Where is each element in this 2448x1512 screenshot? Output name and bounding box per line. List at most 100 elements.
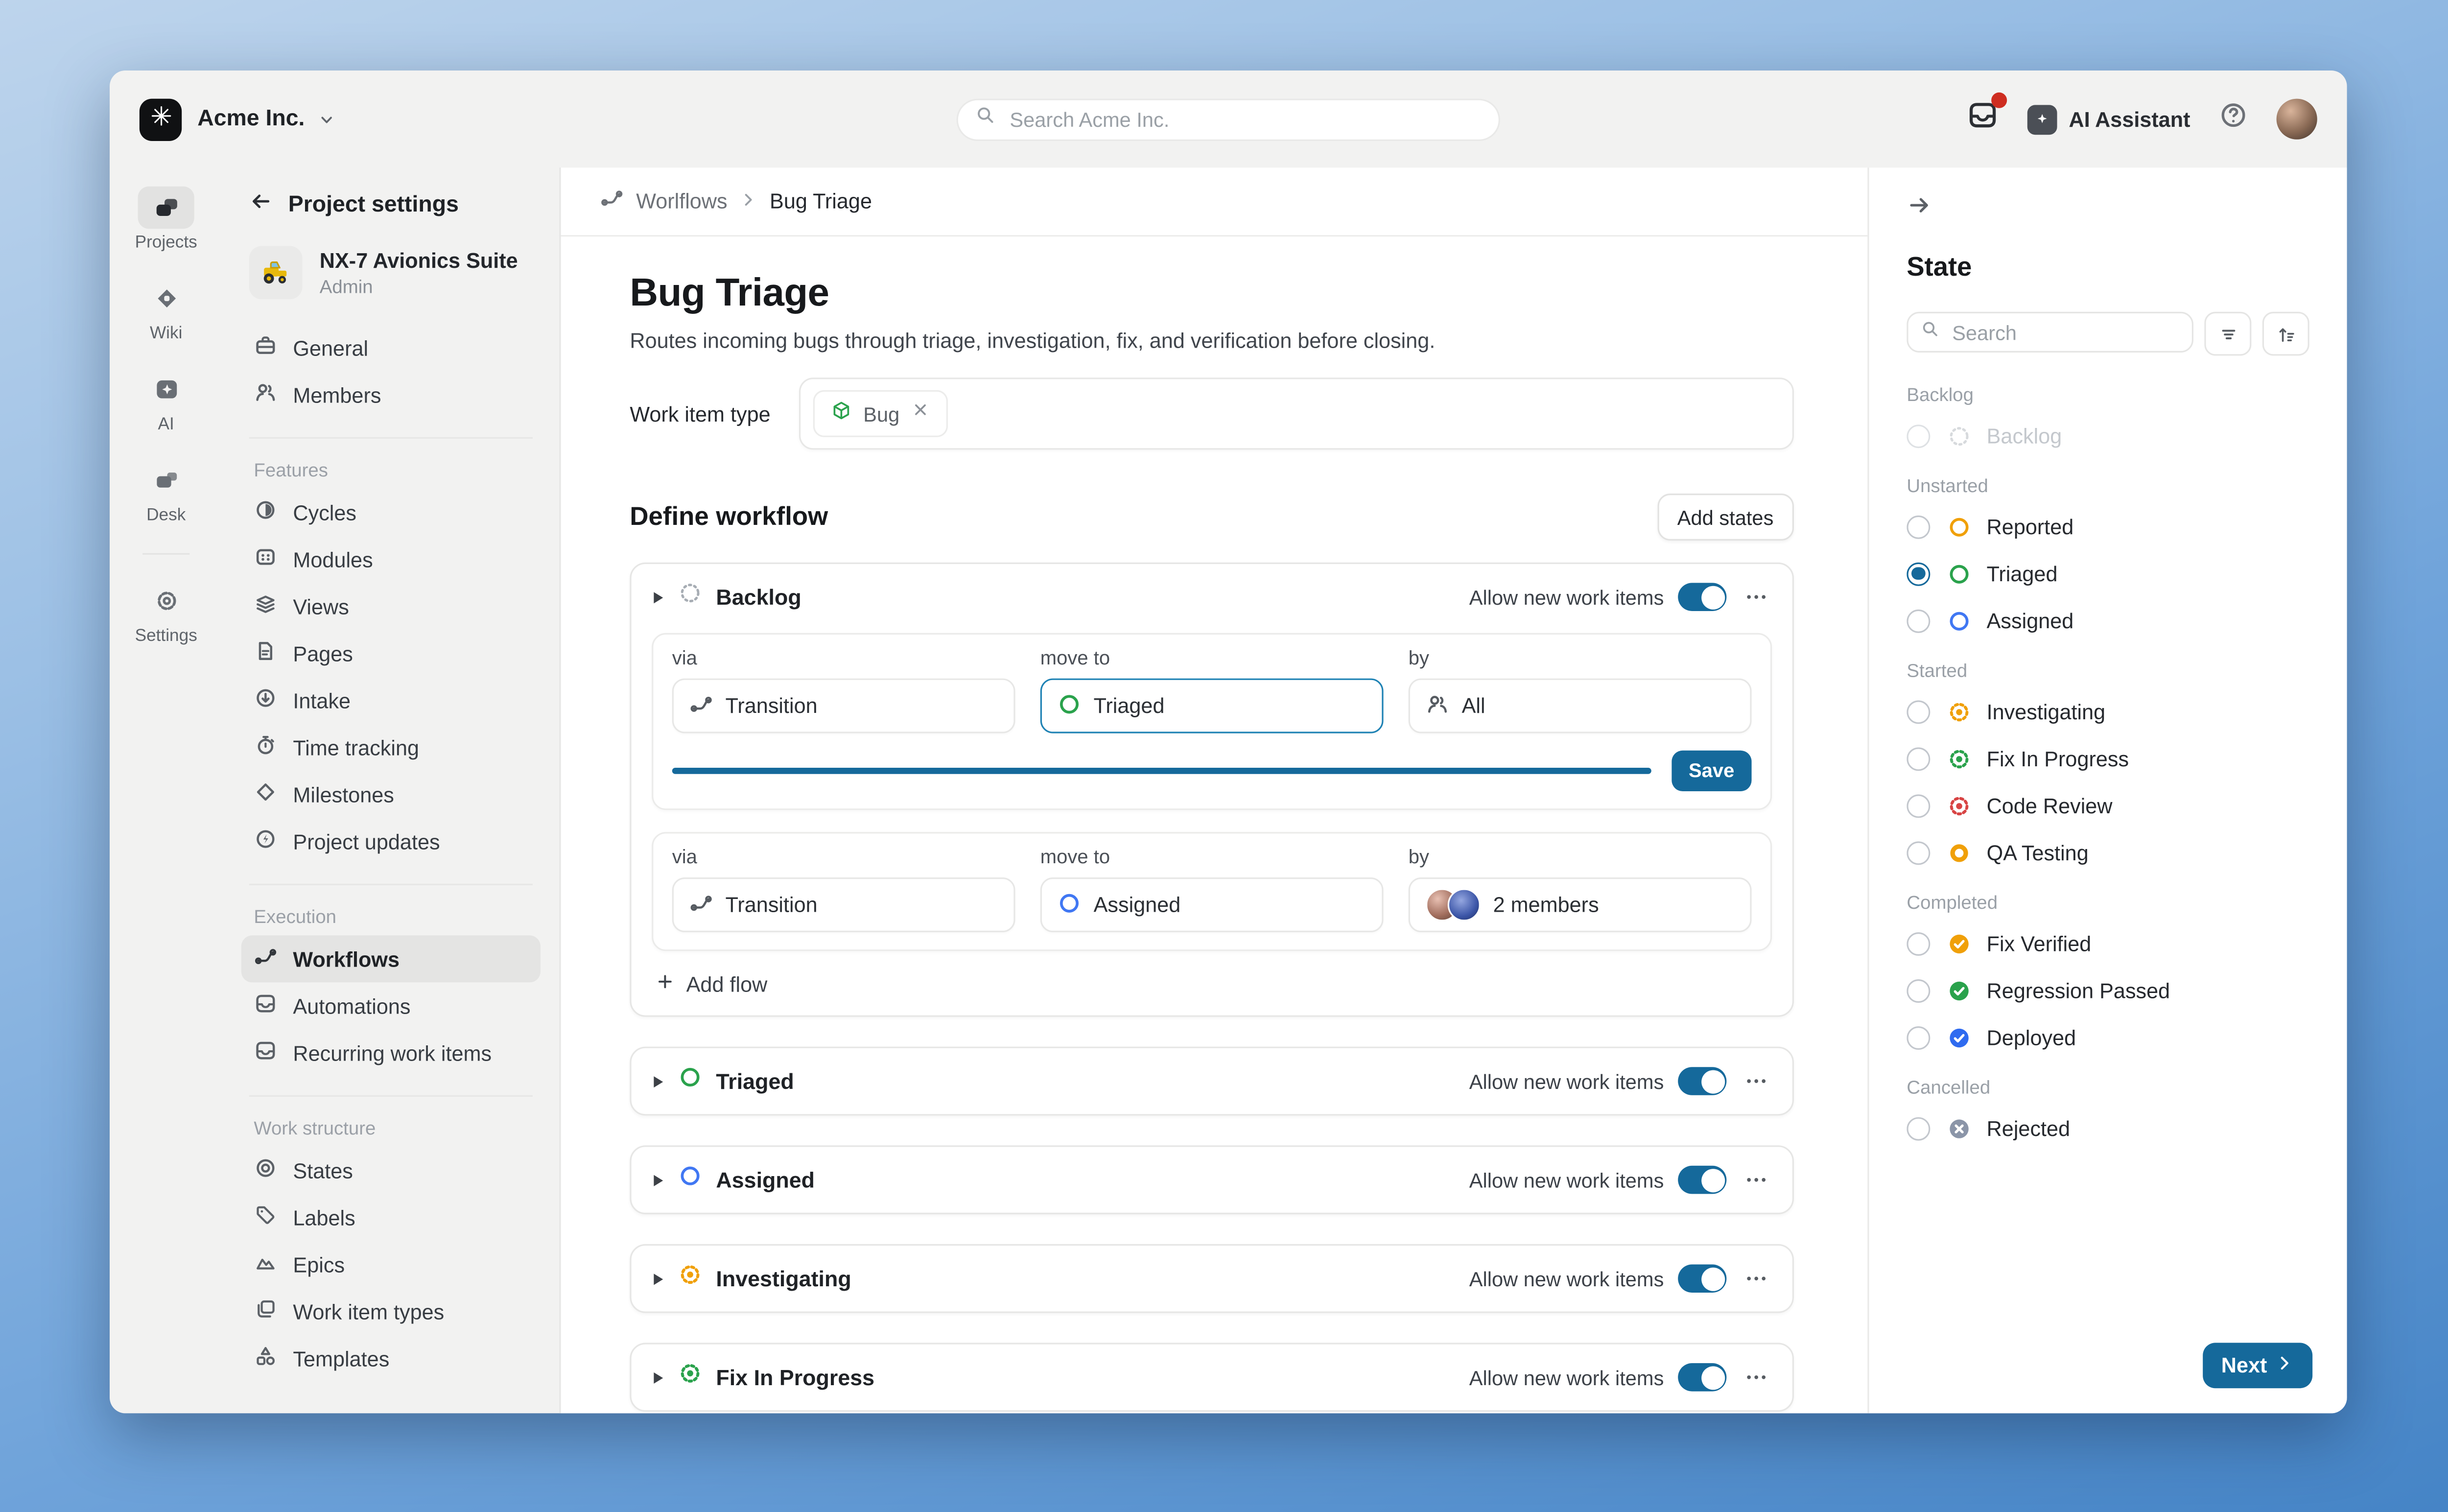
sidebar-item-project-updates[interactable]: Project updates	[241, 818, 541, 865]
collapse-caret-icon[interactable]	[652, 590, 664, 604]
sidebar-item-labels[interactable]: Labels	[241, 1194, 541, 1241]
via-select[interactable]: Transition	[672, 679, 1015, 733]
radio-unchecked[interactable]	[1907, 515, 1930, 538]
sidebar-item-views[interactable]: Views	[241, 583, 541, 630]
allow-toggle[interactable]	[1678, 583, 1726, 611]
by-select[interactable]: All	[1409, 679, 1752, 733]
collapse-caret-icon[interactable]	[652, 1173, 664, 1187]
ellipsis-menu-icon[interactable]	[1741, 581, 1772, 613]
sidebar-item-recurring-work-items[interactable]: Recurring work items	[241, 1029, 541, 1076]
state-icon	[679, 1065, 702, 1097]
allow-toggle[interactable]	[1678, 1264, 1726, 1293]
work-item-type-chip[interactable]: Bug	[813, 390, 948, 437]
ellipsis-menu-icon[interactable]	[1741, 1263, 1772, 1294]
radio-unchecked[interactable]	[1907, 794, 1930, 817]
sidebar-item-cycles[interactable]: Cycles	[241, 489, 541, 536]
radio-unchecked[interactable]	[1907, 747, 1930, 770]
save-button[interactable]: Save	[1671, 751, 1752, 791]
sidebar-item-work-item-types[interactable]: Work item types	[241, 1288, 541, 1335]
allow-toggle[interactable]	[1678, 1067, 1726, 1095]
global-search[interactable]	[957, 98, 1500, 140]
workspace-logo[interactable]	[140, 98, 182, 140]
collapse-panel-arrow-icon[interactable]	[1907, 193, 1935, 218]
radio-checked[interactable]	[1907, 562, 1930, 585]
state-option-assigned[interactable]: Assigned	[1907, 597, 2309, 644]
by-select[interactable]: 2 members	[1409, 877, 1752, 932]
rail-item-desk[interactable]: Desk	[138, 459, 194, 525]
help-button[interactable]	[2218, 100, 2248, 138]
sidebar-item-milestones[interactable]: Milestones	[241, 771, 541, 818]
radio-unchecked[interactable]	[1907, 1025, 1930, 1049]
sidebar-item-templates[interactable]: Templates	[241, 1335, 541, 1382]
state-search-input[interactable]	[1949, 319, 2179, 345]
global-search-input[interactable]	[1007, 106, 1482, 132]
sidebar-item-general[interactable]: General	[241, 324, 541, 371]
move-to-select[interactable]: Triaged	[1040, 679, 1384, 733]
state-option-code-review[interactable]: Code Review	[1907, 782, 2309, 829]
sidebar-item-label: Work item types	[293, 1299, 444, 1323]
state-option-triaged[interactable]: Triaged	[1907, 550, 2309, 597]
rail-item-projects[interactable]: Projects	[135, 187, 197, 252]
add-states-button[interactable]: Add states	[1657, 494, 1794, 541]
state-icon	[1946, 841, 1971, 864]
rail-item-settings[interactable]: Settings	[135, 580, 197, 645]
sidebar-item-members[interactable]: Members	[241, 371, 541, 418]
radio-unchecked[interactable]	[1907, 424, 1930, 448]
sidebar-item-pages[interactable]: Pages	[241, 630, 541, 677]
sidebar-item-modules[interactable]: Modules	[241, 536, 541, 583]
radio-unchecked[interactable]	[1907, 978, 1930, 1002]
ellipsis-menu-icon[interactable]	[1741, 1164, 1772, 1196]
workspace-name[interactable]: Acme Inc.	[197, 107, 305, 132]
collapse-caret-icon[interactable]	[652, 1074, 664, 1088]
back-arrow-icon[interactable]	[249, 189, 273, 221]
state-option-deployed[interactable]: Deployed	[1907, 1014, 2309, 1061]
sidebar-item-states[interactable]: States	[241, 1147, 541, 1194]
state-option-backlog[interactable]: Backlog	[1907, 412, 2309, 459]
allow-toggle[interactable]	[1678, 1166, 1726, 1194]
rail-item-wiki[interactable]: Wiki	[138, 277, 194, 343]
sidebar-item-workflows[interactable]: Workflows	[241, 935, 541, 982]
next-button[interactable]: Next	[2202, 1343, 2312, 1388]
move-to-select[interactable]: Assigned	[1040, 877, 1384, 932]
sidebar-item-epics[interactable]: Epics	[241, 1241, 541, 1288]
sort-button[interactable]	[2262, 312, 2309, 356]
project-updates-icon	[254, 827, 277, 856]
state-option-rejected[interactable]: Rejected	[1907, 1105, 2309, 1152]
rail-item-ai[interactable]: AI	[138, 368, 194, 434]
radio-unchecked[interactable]	[1907, 609, 1930, 632]
chevron-down-icon[interactable]	[317, 111, 334, 128]
state-option-qa-testing[interactable]: QA Testing	[1907, 829, 2309, 876]
breadcrumb-parent[interactable]: Worlflows	[636, 189, 727, 213]
sidebar-section-label: Work structure	[254, 1117, 528, 1139]
collapse-caret-icon[interactable]	[652, 1272, 664, 1286]
user-avatar[interactable]	[2277, 99, 2317, 140]
allow-new-work-items-label: Allow new work items	[1469, 1069, 1664, 1093]
close-icon[interactable]	[911, 400, 931, 428]
ellipsis-menu-icon[interactable]	[1741, 1362, 1772, 1393]
sidebar-section-label: Execution	[254, 906, 528, 928]
radio-unchecked[interactable]	[1907, 931, 1930, 955]
sidebar-item-automations[interactable]: Automations	[241, 982, 541, 1029]
radio-unchecked[interactable]	[1907, 1116, 1930, 1140]
collapse-caret-icon[interactable]	[652, 1370, 664, 1384]
ai-assistant-button[interactable]: AI Assistant	[2028, 104, 2190, 134]
state-option-fix-in-progress[interactable]: Fix In Progress	[1907, 735, 2309, 782]
sidebar-item-time-tracking[interactable]: Time tracking	[241, 724, 541, 771]
search-icon	[975, 105, 996, 133]
allow-toggle[interactable]	[1678, 1363, 1726, 1392]
radio-unchecked[interactable]	[1907, 700, 1930, 723]
add-flow-button[interactable]: Add flow	[652, 971, 1772, 996]
ellipsis-menu-icon[interactable]	[1741, 1065, 1772, 1097]
sidebar-item-intake[interactable]: Intake	[241, 677, 541, 724]
via-select[interactable]: Transition	[672, 877, 1015, 932]
project-card[interactable]: NX-7 Avionics Suite Admin	[241, 246, 541, 299]
inbox-button[interactable]	[1967, 99, 2000, 140]
filter-button[interactable]	[2204, 312, 2251, 356]
state-option-reported[interactable]: Reported	[1907, 503, 2309, 550]
state-search[interactable]	[1907, 312, 2193, 353]
radio-unchecked[interactable]	[1907, 841, 1930, 864]
work-item-type-field[interactable]: Bug	[799, 378, 1794, 449]
state-option-regression-passed[interactable]: Regression Passed	[1907, 967, 2309, 1014]
state-option-investigating[interactable]: Investigating	[1907, 688, 2309, 735]
state-option-fix-verified[interactable]: Fix Verified	[1907, 920, 2309, 967]
